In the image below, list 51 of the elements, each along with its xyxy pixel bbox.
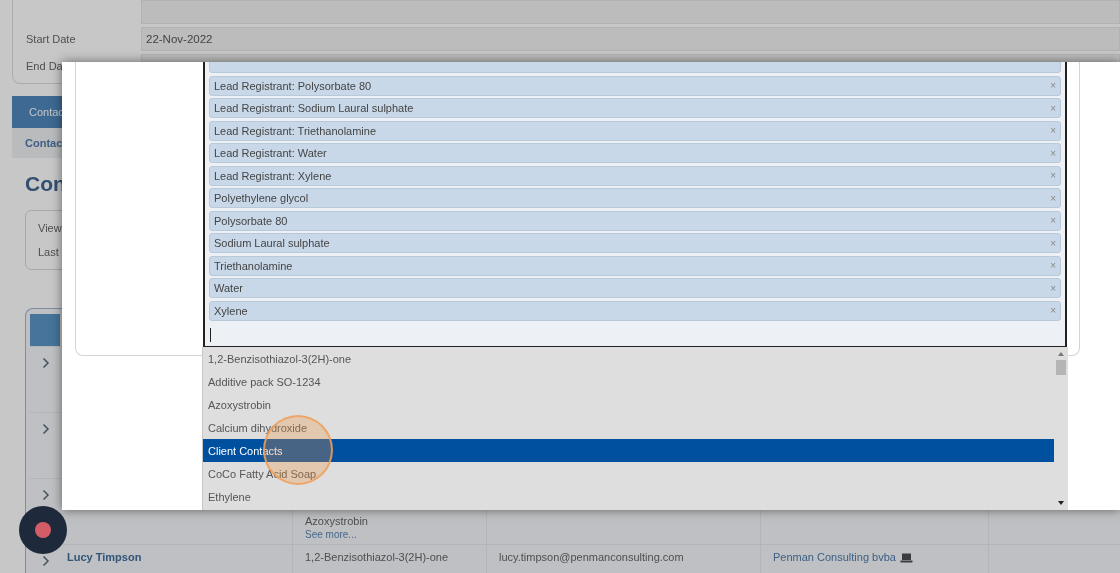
multi-select-field[interactable] xyxy=(203,62,1067,348)
tag-label: Lead Registrant: Triethanolamine xyxy=(214,124,377,137)
tag-label: Lead Registrant: Sodium Laural sulphate xyxy=(214,102,414,114)
tag-label: Triethanolamine xyxy=(214,259,293,272)
see-more-link[interactable]: See more... xyxy=(305,529,474,540)
dropdown-option[interactable]: Ethylene xyxy=(203,485,1054,508)
tag-label: Polysorbate 80 xyxy=(214,214,288,227)
date-field[interactable]: 22-Nov-2022 xyxy=(141,27,1120,51)
scroll-thumb[interactable] xyxy=(1056,360,1066,375)
dropdown-option[interactable]: Additive pack SO-1234 xyxy=(203,370,1054,393)
remove-tag-button[interactable]: × xyxy=(1050,80,1056,91)
tag-label: Lead Registrant: Polysorbate 80 xyxy=(214,79,372,92)
tag-label: Sodium Laural sulphate xyxy=(214,237,330,249)
subtab[interactable]: Contac xyxy=(25,137,63,149)
chevron-icon[interactable] xyxy=(42,423,50,435)
dropdown-option[interactable]: Azoxystrobin xyxy=(203,393,1054,416)
tag-label: Xylene xyxy=(214,304,248,317)
remove-tag-button[interactable]: × xyxy=(1050,305,1056,316)
laptop-icon xyxy=(899,553,913,563)
dropdown-option[interactable]: Calcium dihydroxide xyxy=(203,416,1054,439)
remove-tag-button[interactable]: × xyxy=(1050,260,1056,271)
remove-tag-button[interactable]: × xyxy=(1050,282,1056,294)
remove-tag-button[interactable]: × xyxy=(1050,215,1056,226)
info-text: Last xyxy=(38,246,60,258)
record-icon xyxy=(35,522,51,538)
table-header xyxy=(30,314,60,346)
scroll-down-icon[interactable] xyxy=(1058,501,1064,505)
substance-text: Azoxystrobin xyxy=(305,515,369,527)
remove-tag-button[interactable]: × xyxy=(1050,237,1056,249)
dropdown-option[interactable]: CoCo Fatty Acid Soap xyxy=(203,462,1054,485)
email-text: lucy.timpson@penmanconsulting.com xyxy=(499,551,684,563)
chevron-icon[interactable] xyxy=(42,357,50,369)
remove-tag-button[interactable]: × xyxy=(1050,102,1056,114)
remove-tag-button[interactable]: × xyxy=(1050,192,1056,204)
text-cursor xyxy=(210,327,211,342)
contact-name[interactable]: Lucy Timpson xyxy=(67,551,142,563)
dropdown-option[interactable]: 1,2-Benzisothiazol-3(2H)-one xyxy=(203,347,1054,370)
substance-text: 1,2-Benzisothiazol-3(2H)-one xyxy=(305,551,450,563)
field-label: Start Date xyxy=(26,33,77,45)
remove-tag-button[interactable]: × xyxy=(1050,125,1056,136)
tag-label: Polyethylene glycol xyxy=(214,192,309,204)
company-link[interactable]: Penman Consulting bvba xyxy=(773,551,896,563)
tag-label: Lead Registrant: Water xyxy=(214,147,327,159)
tag-label: Lead Registrant: Xylene xyxy=(214,169,332,182)
chevron-icon[interactable] xyxy=(42,555,50,567)
field-label: End Da xyxy=(26,60,64,72)
remove-tag-button[interactable]: × xyxy=(1050,147,1056,159)
scroll-up-icon[interactable] xyxy=(1058,352,1064,356)
remove-tag-button[interactable]: × xyxy=(1050,170,1056,181)
chevron-icon[interactable] xyxy=(42,489,50,501)
tag-label: Water xyxy=(214,282,243,294)
